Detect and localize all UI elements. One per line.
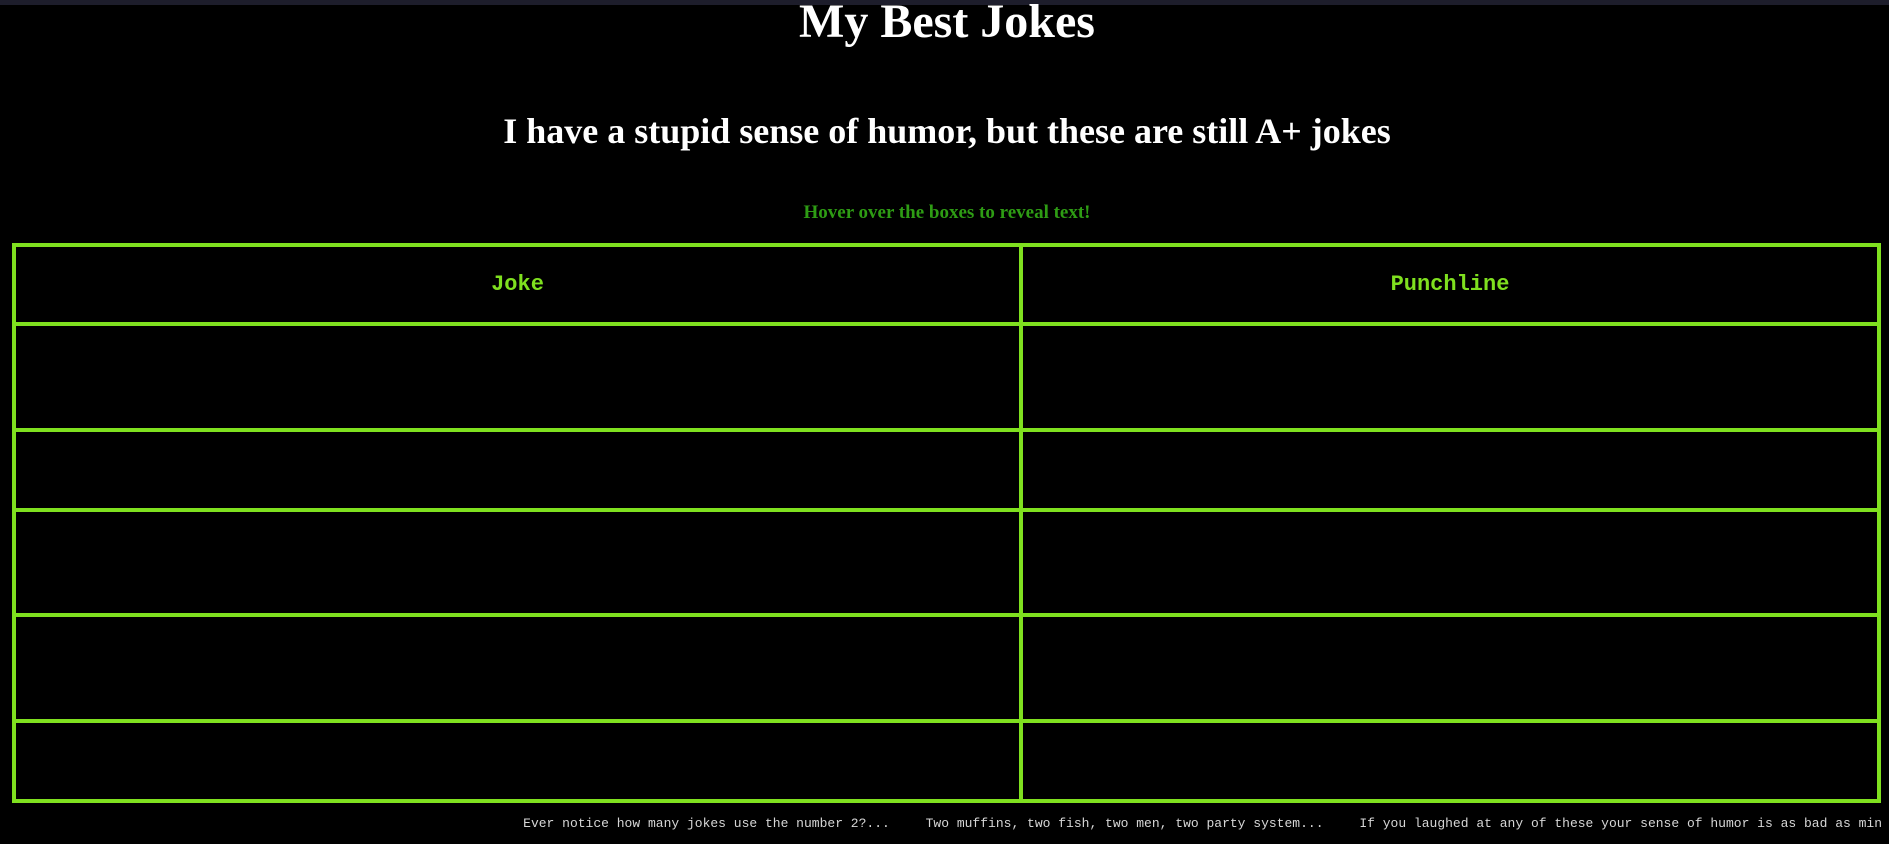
table-row bbox=[12, 322, 1881, 432]
table-row bbox=[12, 613, 1881, 724]
punchline-cell[interactable] bbox=[1019, 613, 1881, 724]
punchline-cell[interactable] bbox=[1019, 322, 1881, 432]
footer-note: If you laughed at any of these your sens… bbox=[1359, 816, 1882, 831]
joke-cell[interactable] bbox=[12, 507, 1023, 618]
table-row bbox=[12, 719, 1881, 803]
punchline-cell[interactable] bbox=[1019, 719, 1881, 803]
punchline-cell[interactable] bbox=[1019, 507, 1881, 618]
hover-hint: Hover over the boxes to reveal text! bbox=[803, 202, 1091, 223]
page-subtitle: I have a stupid sense of humor, but thes… bbox=[503, 111, 1391, 151]
footer-note: Two muffins, two fish, two men, two part… bbox=[925, 816, 1324, 831]
joke-cell[interactable] bbox=[12, 613, 1023, 724]
table-header-row: Joke Punchline bbox=[12, 243, 1881, 326]
table-row bbox=[12, 427, 1881, 512]
joke-cell[interactable] bbox=[12, 427, 1023, 512]
footer-note: Ever notice how many jokes use the numbe… bbox=[523, 816, 890, 831]
joke-cell[interactable] bbox=[12, 719, 1023, 803]
table-row bbox=[12, 507, 1881, 618]
punchline-cell[interactable] bbox=[1019, 427, 1881, 512]
joke-cell[interactable] bbox=[12, 322, 1023, 432]
column-header-joke: Joke bbox=[12, 243, 1023, 326]
page-title: My Best Jokes bbox=[799, 0, 1095, 48]
jokes-table: Joke Punchline bbox=[12, 243, 1881, 803]
footer-marquee: Ever notice how many jokes use the numbe… bbox=[0, 815, 1882, 833]
column-header-punchline: Punchline bbox=[1019, 243, 1881, 326]
